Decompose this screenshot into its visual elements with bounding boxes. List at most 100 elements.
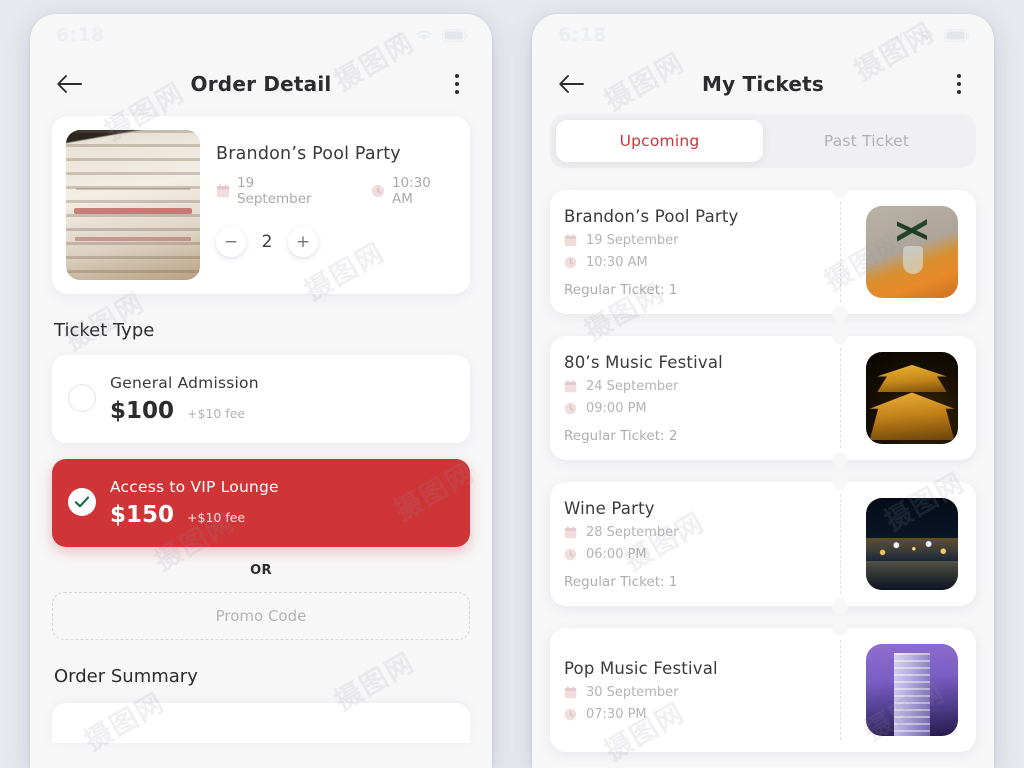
event-time: 10:30 AM (371, 175, 456, 207)
ticket-title: 80’s Music Festival (564, 352, 723, 372)
ticket-time-label: 10:30 AM (586, 254, 648, 270)
ticket-date: 30 September (564, 685, 866, 700)
clock-icon (564, 402, 577, 414)
plant-photo (866, 206, 958, 298)
ticket-quantity: Regular Ticket: 1 (564, 573, 678, 590)
notch-top (832, 474, 848, 490)
back-button[interactable] (52, 67, 86, 101)
ticket-time-label: 06:00 PM (586, 546, 647, 562)
ticket-info: Brandon’s Pool Party 19 September 10:30 … (564, 207, 866, 298)
ticket-thumbnail (866, 206, 958, 298)
list-item[interactable]: Brandon’s Pool Party 19 September 10:30 … (550, 182, 976, 322)
ticket-option-vip-lounge[interactable]: Access to VIP Lounge $150 +$10 fee (52, 459, 470, 547)
ticket-thumbnail (866, 498, 958, 590)
battery-icon (442, 28, 468, 42)
event-time-label: 10:30 AM (391, 175, 431, 207)
status-bar: 6:18 (532, 14, 994, 56)
ticket-option-fee: +$10 fee (187, 510, 246, 525)
list-item[interactable]: 80’s Music Festival 24 September 09:00 P… (550, 328, 976, 468)
tab-upcoming[interactable]: Upcoming (556, 120, 763, 162)
check-icon (74, 496, 90, 508)
status-bar: 6:18 (30, 14, 492, 56)
app-bar: My Tickets (532, 56, 994, 112)
ticket-date-label: 19 September (586, 232, 679, 248)
calendar-icon (216, 184, 230, 198)
ticket-list: Brandon’s Pool Party 19 September 10:30 … (550, 182, 976, 752)
calendar-icon (564, 379, 577, 392)
ticket-option-price: $150 (110, 502, 175, 528)
clock-icon (564, 708, 577, 720)
ticket-time-label: 07:30 PM (586, 706, 647, 722)
promo-code-input[interactable]: Promo Code (52, 592, 470, 640)
status-time: 6:18 (558, 24, 607, 46)
app-bar: Order Detail (30, 56, 492, 112)
ticket-time-label: 09:00 PM (586, 400, 647, 416)
ticket-time: 09:00 PM (564, 401, 866, 416)
ticket-option-priceline: $150 +$10 fee (110, 502, 454, 528)
radio-checked-icon[interactable] (68, 488, 96, 516)
kebab-menu-icon[interactable] (444, 69, 470, 99)
status-icons (891, 28, 970, 42)
signal-icon (891, 29, 908, 42)
back-button[interactable] (554, 67, 588, 101)
ticket-date-label: 28 September (586, 524, 679, 540)
ticket-option-body: General Admission $100 +$10 fee (110, 372, 454, 424)
notch-bottom (832, 452, 848, 468)
kebab-menu-icon[interactable] (946, 69, 972, 99)
back-arrow-icon (57, 75, 82, 93)
city-photo (866, 498, 958, 590)
quantity-decrement-button[interactable]: − (216, 227, 246, 257)
ticket-title: Pop Music Festival (564, 658, 718, 678)
perforation-divider (840, 202, 841, 302)
event-meta: 19 September 10:30 AM (216, 175, 456, 207)
my-tickets-body: Upcoming Past Ticket Brandon’s Pool Part… (532, 114, 994, 752)
page-title: Order Detail (190, 72, 332, 96)
ticket-type-heading: Ticket Type (54, 320, 155, 341)
ticket-date: 28 September (564, 525, 866, 540)
clock-icon (564, 256, 577, 268)
screens-stage: 6:18 Order Detail Brandon’s Pool Party 1… (0, 0, 1024, 768)
perforation-divider (840, 640, 841, 740)
order-detail-body: Brandon’s Pool Party 19 September 10:30 … (30, 116, 492, 743)
ticket-title: Brandon’s Pool Party (564, 206, 739, 226)
perforation-divider (840, 348, 841, 448)
clock-icon (564, 548, 577, 560)
clock-icon (371, 184, 385, 198)
quantity-increment-button[interactable]: + (288, 227, 318, 257)
ticket-date: 24 September (564, 379, 866, 394)
order-summary-heading: Order Summary (54, 666, 198, 687)
ticket-option-name: General Admission (110, 374, 259, 392)
page-title: My Tickets (701, 72, 825, 96)
radio-unchecked-icon[interactable] (68, 384, 96, 412)
perforation-divider (840, 494, 841, 594)
event-card: Brandon’s Pool Party 19 September 10:30 … (52, 116, 470, 294)
library-photo (66, 130, 200, 280)
ticket-quantity: Regular Ticket: 2 (564, 427, 678, 444)
phone-order-detail: 6:18 Order Detail Brandon’s Pool Party 1… (30, 14, 492, 768)
wifi-icon (917, 29, 935, 42)
wifi-icon (415, 29, 433, 42)
order-summary-card (52, 703, 470, 743)
list-item[interactable]: Wine Party 28 September 06:00 PM Regular… (550, 474, 976, 614)
ticket-title: Wine Party (564, 498, 655, 518)
event-title: Brandon’s Pool Party (216, 144, 401, 164)
ticket-time: 10:30 AM (564, 255, 866, 270)
notch-top (832, 620, 848, 636)
ticket-option-body: Access to VIP Lounge $150 +$10 fee (110, 476, 454, 528)
ticket-option-name: Access to VIP Lounge (110, 478, 279, 496)
phone-my-tickets: 6:18 My Tickets Upcoming Past Ticket Bra… (532, 14, 994, 768)
calendar-icon (564, 525, 577, 538)
calendar-icon (564, 685, 577, 698)
list-item[interactable]: Pop Music Festival 30 September 07:30 PM (550, 620, 976, 752)
ticket-info: 80’s Music Festival 24 September 09:00 P… (564, 353, 866, 444)
quantity-stepper[interactable]: − 2 + (216, 227, 318, 257)
ticket-time: 06:00 PM (564, 547, 866, 562)
ticket-option-general-admission[interactable]: General Admission $100 +$10 fee (52, 355, 470, 443)
tower-photo (866, 644, 958, 736)
event-date: 19 September (216, 175, 333, 207)
ticket-option-price: $100 (110, 398, 175, 424)
ticket-date: 19 September (564, 233, 866, 248)
tab-past-ticket[interactable]: Past Ticket (763, 120, 970, 162)
ticket-date-label: 24 September (586, 378, 679, 394)
ticket-thumbnail (866, 352, 958, 444)
